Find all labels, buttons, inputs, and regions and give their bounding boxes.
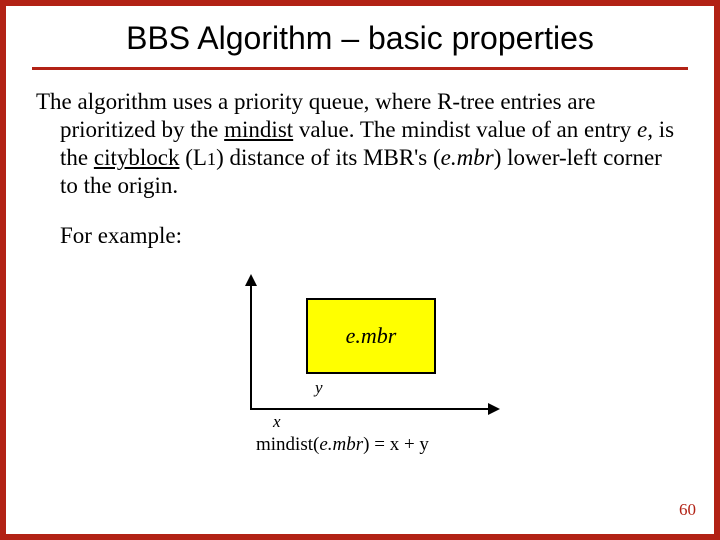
divider: [32, 67, 688, 70]
paragraph-1: The algorithm uses a priority queue, whe…: [36, 88, 684, 200]
text: ) distance of its MBR's (: [216, 145, 441, 170]
text: ) = x + y: [363, 434, 429, 455]
formula: mindist(e.mbr) = x + y: [256, 434, 429, 456]
y-label: y: [315, 378, 323, 398]
text: value. The mindist value of an entry: [293, 117, 637, 142]
mbr-label: e.mbr: [346, 323, 397, 349]
axis-y: [250, 280, 252, 410]
subscript-1: 1: [207, 149, 216, 169]
body-text: The algorithm uses a priority queue, whe…: [6, 88, 714, 250]
slide: BBS Algorithm – basic properties The alg…: [6, 6, 714, 534]
term-embr: e.mbr: [441, 145, 494, 170]
slide-title: BBS Algorithm – basic properties: [6, 6, 714, 67]
for-example: For example:: [36, 222, 684, 250]
term-embr: e.mbr: [319, 434, 363, 455]
figure: e.mbr y x mindist(e.mbr) = x + y: [210, 274, 510, 454]
mbr-box: e.mbr: [306, 298, 436, 374]
term-cityblock: cityblock: [94, 145, 180, 170]
page-number: 60: [679, 500, 696, 520]
axis-x-arrow-icon: [488, 403, 500, 415]
text: mindist(: [256, 434, 319, 455]
x-label: x: [273, 412, 281, 432]
term-mindist: mindist: [224, 117, 293, 142]
axis-x: [250, 408, 490, 410]
term-e: e,: [637, 117, 659, 142]
text: (L: [179, 145, 206, 170]
